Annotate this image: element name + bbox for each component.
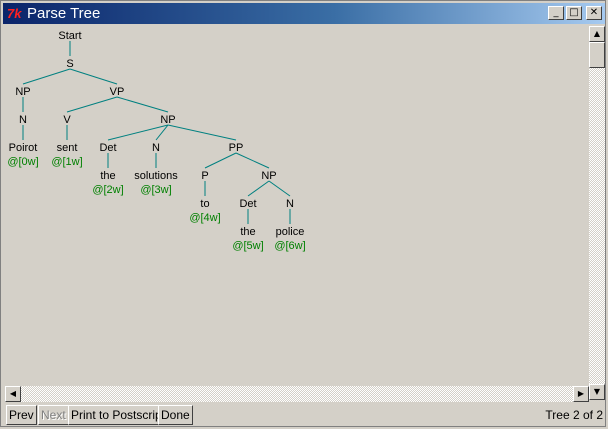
tk-feather-icon: 7k [7,6,22,21]
tree-edge-vp-v [66,96,118,113]
tree-node-det2[interactable]: Det [239,198,256,210]
window-title: Parse Tree [27,5,101,22]
word-index-label[interactable]: @[5w] [232,240,263,252]
tree-edge-np3-det2 [247,180,270,197]
minimize-button[interactable]: _ [548,6,564,20]
parse-tree-svg: StartSNP VPN V NPDet N PPP NPDet NPoirot sentthe… [7,30,305,252]
tree-node-w_the1[interactable]: the [100,170,115,182]
bottom-toolbar: Prev Next Print to Postscript Done Tree … [3,403,605,426]
close-button[interactable]: ✕ [586,6,602,20]
maximize-button[interactable]: □ [566,6,582,20]
scroll-right-button[interactable]: ▶ [573,386,589,402]
tree-node-w_the2[interactable]: the [240,226,255,238]
vertical-scroll-thumb[interactable] [589,42,605,68]
tree-node-w_solutions[interactable]: solutions [134,170,178,182]
word-index-label[interactable]: @[2w] [92,184,123,196]
tree-node-det1[interactable]: Det [99,142,116,154]
word-index-label[interactable]: @[6w] [274,240,305,252]
tree-edge-vp-np2 [116,96,169,113]
tree-node-n3[interactable]: N [286,198,294,210]
scroll-up-button[interactable]: ▲ [589,26,605,42]
tree-edge-np2-det1 [107,124,169,141]
scroll-down-button[interactable]: ▼ [589,384,605,400]
tree-node-n1[interactable]: N [19,114,27,126]
tree-edge-np3-n3 [268,180,291,197]
word-index-label[interactable]: @[4w] [189,212,220,224]
tree-node-np3[interactable]: NP [261,170,276,182]
tree-node-pp[interactable]: PP [229,142,244,154]
word-index-label[interactable]: @[0w] [7,156,38,168]
tree-edge-pp-p [204,152,237,169]
tree-node-w_police[interactable]: police [276,226,305,238]
done-button[interactable]: Done [158,405,193,425]
tree-node-s[interactable]: S [66,58,73,70]
word-index-label[interactable]: @[1w] [51,156,82,168]
tree-node-n2[interactable]: N [152,142,160,154]
tree-node-w_to[interactable]: to [200,198,209,210]
parse-tree-window: 7k Parse Tree _ □ ✕ Start S NP VP N V NP Det N PP… [0,0,606,427]
tree-edge-pp-np3 [235,152,270,169]
prev-button[interactable]: Prev [6,405,37,425]
vertical-scrollbar[interactable]: ▲ ▼ [589,26,605,400]
title-bar[interactable]: 7k Parse Tree _ □ ✕ [3,3,605,24]
tree-node-w_poirot[interactable]: Poirot [9,142,38,154]
tree-node-vp[interactable]: VP [110,86,125,98]
tree-edge-s-vp [69,68,118,85]
scroll-left-button[interactable]: ◀ [5,386,21,402]
tree-node-np2[interactable]: NP [160,114,175,126]
word-index-label[interactable]: @[3w] [140,184,171,196]
next-button[interactable]: Next [38,405,69,425]
tree-edge-np2-pp [167,124,237,141]
print-to-postscript-button[interactable]: Print to Postscript [68,405,169,425]
tree-node-np1[interactable]: NP [15,86,30,98]
tree-node-w_sent[interactable]: sent [57,142,78,154]
tree-node-p[interactable]: P [201,170,208,182]
tree-node-start[interactable]: Start [58,30,81,42]
horizontal-scrollbar[interactable]: ◀ ▶ [5,386,589,402]
tree-canvas: Start S NP VP N V NP Det N PP P NP Det N Poirot sent the… [5,26,575,386]
tree-edge-s-np1 [22,68,71,85]
tree-counter: Tree 2 of 2 [545,408,603,422]
tree-node-v[interactable]: V [63,114,71,126]
